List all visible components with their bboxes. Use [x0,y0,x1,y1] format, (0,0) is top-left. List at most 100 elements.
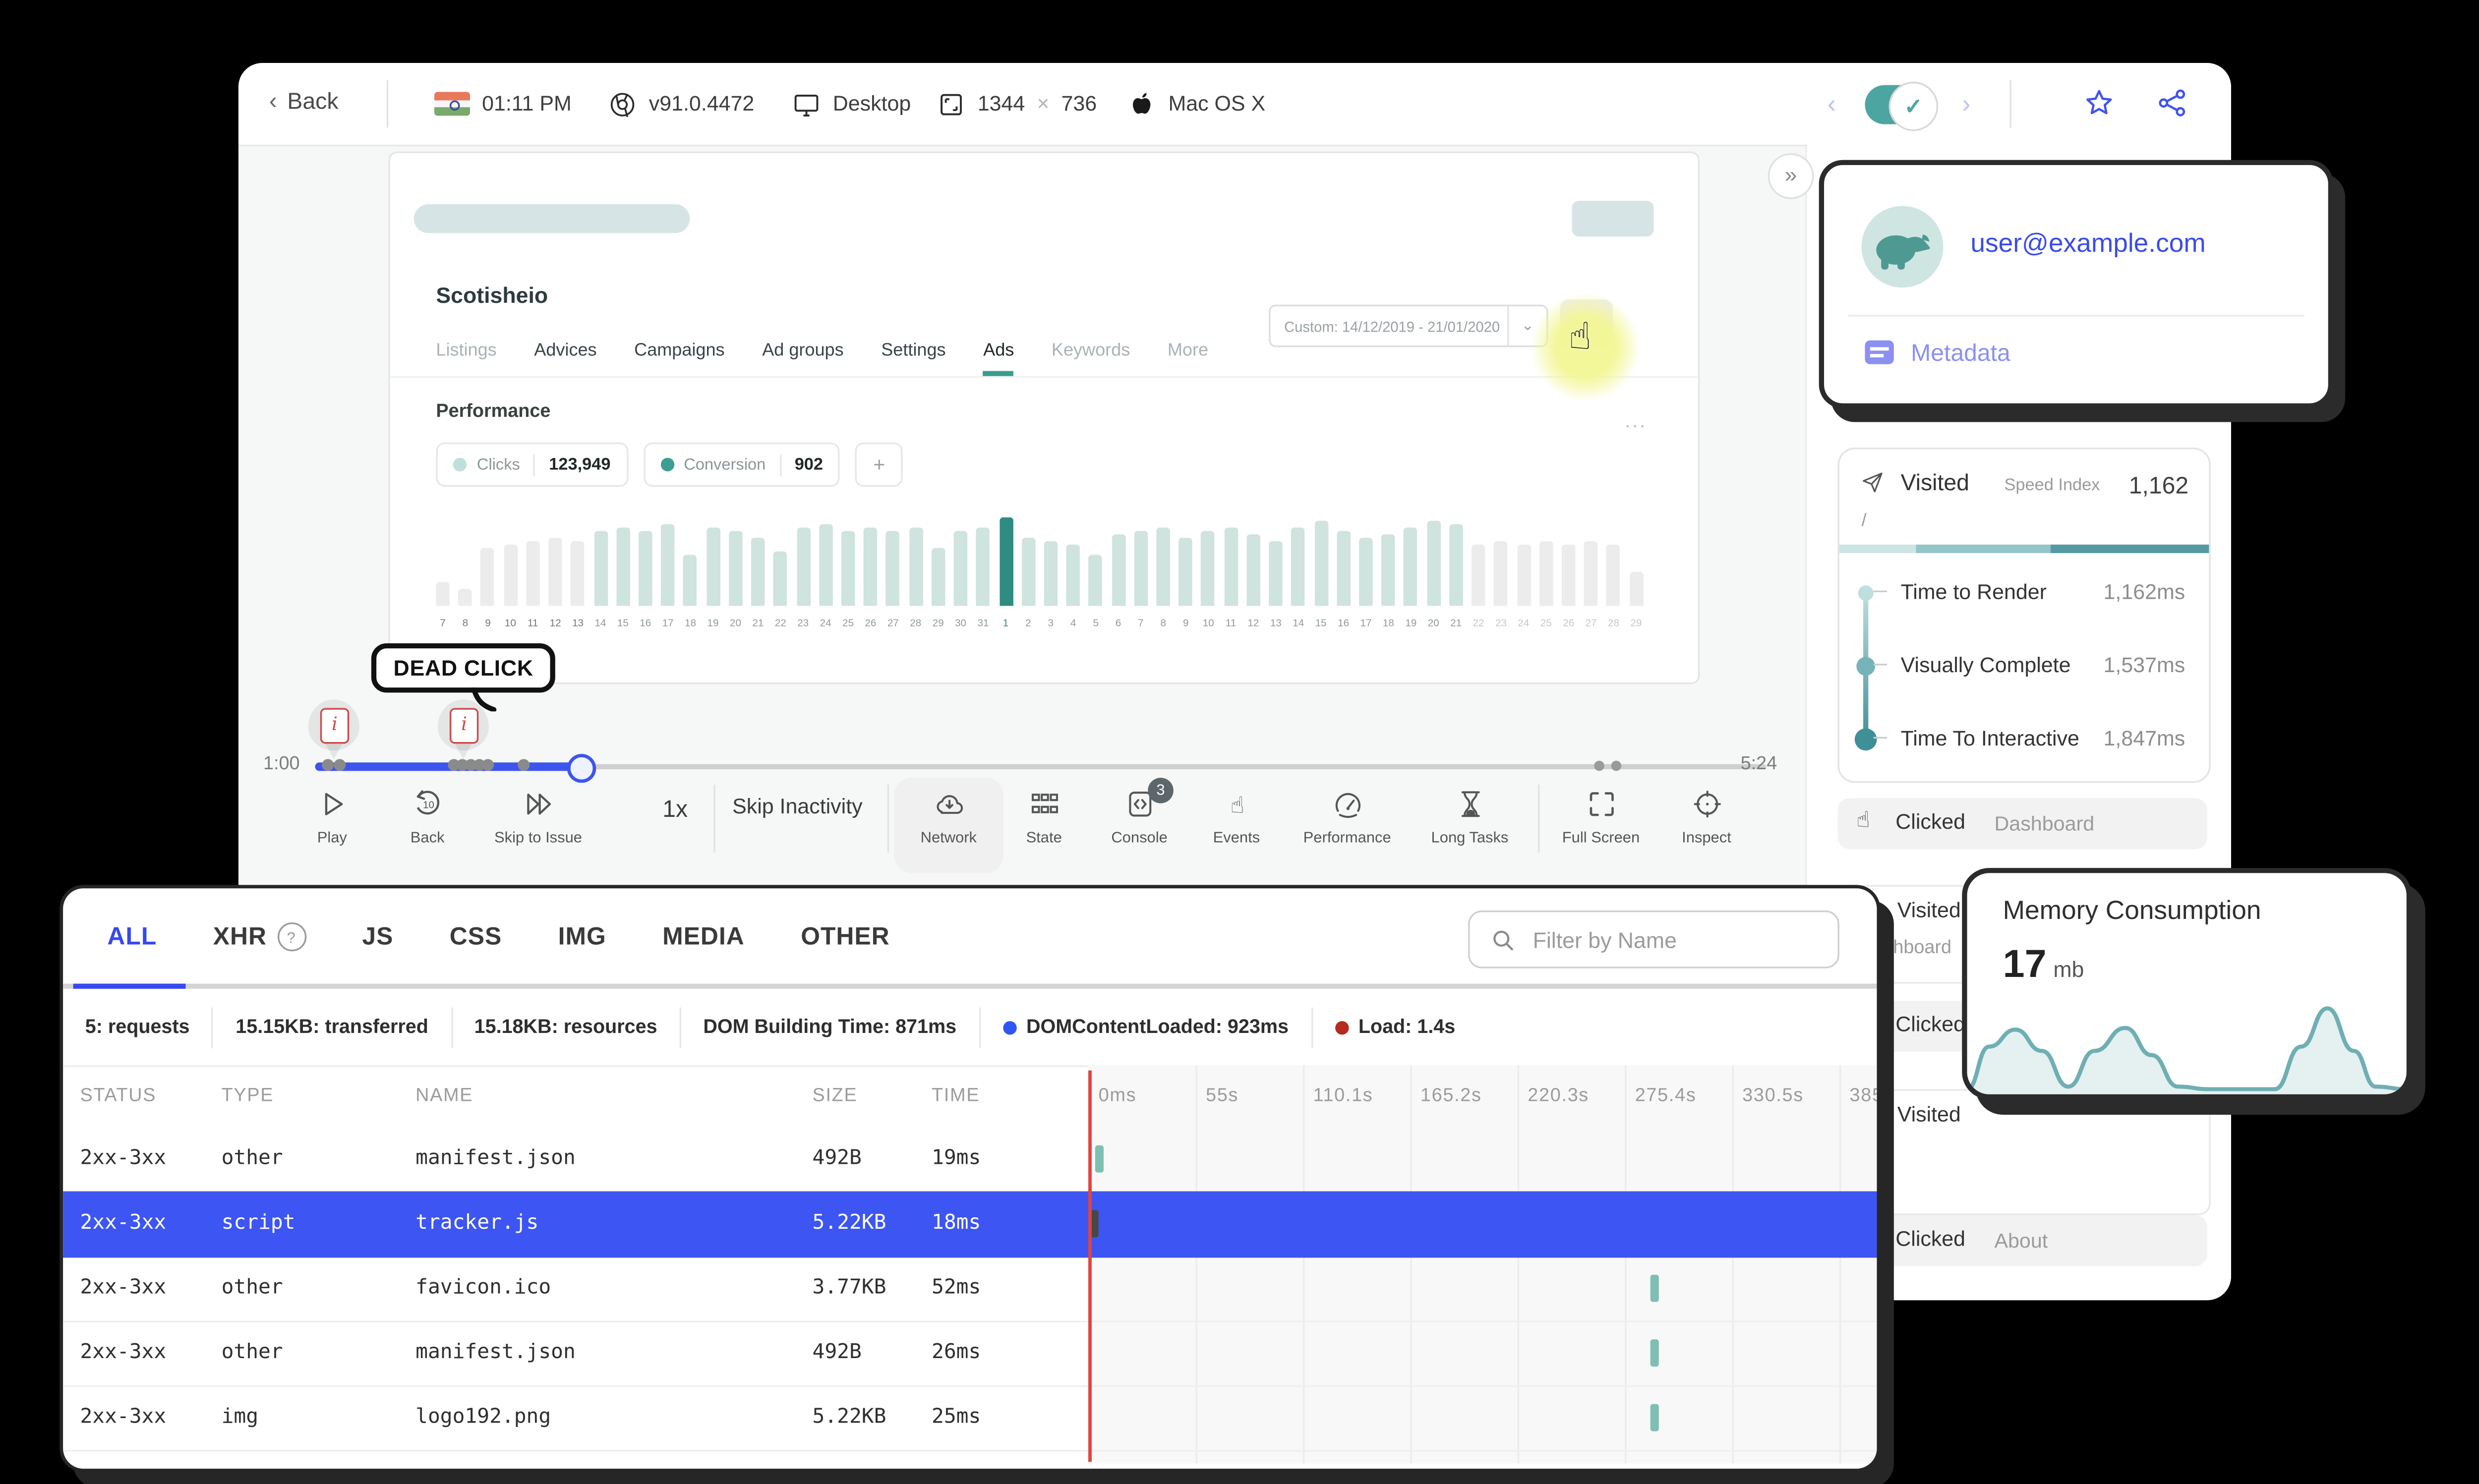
full-screen-button[interactable]: Full Screen [1546,778,1655,873]
page-tab-ad-groups[interactable]: Ad groups [762,341,843,376]
network-tab-all[interactable]: ALL [107,923,157,951]
page-tab-ads[interactable]: Ads [983,341,1014,376]
date-range-select[interactable]: Custom: 14/12/2019 - 21/01/2020 ⌄ [1269,304,1548,347]
session-topbar: ‹ Back 01:11 PM v91.0.4472 Desktop 1344 … [238,63,2231,147]
prev-session-chevron-icon[interactable]: ‹ [1828,90,1836,119]
skip-to-issue-button[interactable]: Skip to Issue [484,778,593,873]
chart-bar [1404,527,1418,606]
chart-x-label: 25 [1540,619,1552,630]
chart-bar [1111,534,1125,606]
network-row[interactable]: 2xx-3xx other manifest.json 492B 19ms [63,1127,1877,1193]
fullscreen-icon [1585,788,1617,820]
network-tab-other[interactable]: OTHER [801,923,889,951]
chart-bar [931,548,945,606]
metric-value: 902 [794,455,824,474]
network-tab-xhr[interactable]: XHR? [213,922,306,952]
control-label: State [1026,829,1062,846]
tabs-underline [63,983,1877,989]
timeline-track[interactable] [315,762,1767,771]
share-icon[interactable] [2156,87,2188,119]
network-row[interactable]: 2xx-3xx img logo192.png 5.22KB 25ms [63,1385,1877,1452]
column-header-name[interactable]: NAME [415,1086,473,1106]
avatar [1861,206,1944,288]
chart-bar [1539,541,1553,606]
chart-x-label: 20 [1427,619,1439,630]
network-row[interactable]: 2xx-3xx other favicon.ico 3.77KB 52ms [63,1256,1877,1322]
console-button[interactable]: Console 3 [1085,778,1194,873]
network-tab-img[interactable]: IMG [558,923,606,951]
filter-input[interactable] [1529,925,1838,954]
page-tab-more[interactable]: More [1168,341,1208,376]
time-column-header: 275.4s [1635,1085,1697,1106]
event-clicked[interactable]: ☝ Clicked Dashboard [1837,798,2207,850]
stat-label: DOM Building Time: 871ms [703,1017,957,1037]
memory-unit: mb [2053,956,2084,982]
metric-label: Clicks [476,455,520,474]
chart-bar [1224,527,1238,606]
timeline-event-dot[interactable] [1594,760,1604,771]
timeline-event-dot[interactable] [1611,760,1622,771]
column-header-status[interactable]: STATUS [80,1086,156,1106]
performance-button[interactable]: Performance [1293,778,1402,873]
collapse-sidebar-button[interactable]: » [1768,153,1814,199]
metadata-button[interactable]: Metadata [1865,339,2010,366]
back-button[interactable]: ‹ Back [269,87,339,114]
network-button[interactable]: Network [894,778,1003,873]
page-tab-advices[interactable]: Advices [534,341,596,376]
events-button[interactable]: ☝ Events [1182,778,1291,873]
star-icon[interactable] [2083,87,2115,119]
chart-bar [616,527,630,606]
network-row[interactable]: 2xx-3xx other manifest.json 492B 26ms [63,1320,1877,1387]
pointer-cursor-icon: ☝ [1568,316,1592,359]
add-metric-button[interactable]: + [855,442,903,487]
event-clicked[interactable]: ☝ClickedAbout [1837,1215,2207,1266]
back-button[interactable]: 10 Back [373,778,482,873]
chart-x-label: 13 [1270,619,1282,630]
autoplay-toggle[interactable]: ✓ [1865,81,1939,131]
column-header-type[interactable]: TYPE [222,1086,274,1106]
skip-inactivity-button[interactable]: Skip Inactivity [732,795,863,818]
cell-status: 2xx-3xx [80,1404,167,1428]
network-row[interactable]: 2xx-3xx script tracker.js 5.22KB 18ms [63,1191,1877,1258]
network-tab-css[interactable]: CSS [450,923,502,951]
state-button[interactable]: State [990,778,1099,873]
device-label: Desktop [832,92,911,116]
dead-click-label: DEAD CLICK [393,655,533,681]
play-button[interactable]: Play [278,778,387,873]
divider [386,80,389,128]
network-tab-media[interactable]: MEDIA [662,923,745,951]
cell-time: 18ms [931,1210,981,1234]
column-header-size[interactable]: SIZE [813,1086,858,1106]
waterfall-bar [1650,1404,1659,1431]
page-title: Scotisheio [436,282,548,308]
page-tab-campaigns[interactable]: Campaigns [634,341,724,376]
page-tab-keywords[interactable]: Keywords [1052,341,1130,376]
next-session-chevron-icon[interactable]: › [1962,90,1970,119]
network-tab-js[interactable]: JS [362,923,393,951]
network-stat: DOMContentLoaded: 923ms [980,1006,1313,1048]
chart-x-label: 19 [707,619,719,630]
metric-chip-clicks[interactable]: Clicks 123,949 [436,442,628,487]
timeline-event-dot[interactable] [518,759,530,771]
speed-button[interactable]: 1x [662,795,688,822]
tab-label: MEDIA [662,923,745,951]
divider [1848,315,2304,317]
cell-type: script [221,1210,295,1234]
event-visited[interactable]: Visited [1837,1089,2211,1215]
chart-x-label: 29 [932,619,944,630]
user-email[interactable]: user@example.com [1970,230,2205,261]
help-icon[interactable]: ? [277,922,306,952]
cell-size: 3.77KB [812,1274,886,1299]
column-header-time[interactable]: TIME [932,1086,980,1106]
timeline-knob[interactable] [567,754,596,783]
metric-value: 1,537ms [2103,653,2185,678]
long-tasks-button[interactable]: Long Tasks [1416,778,1525,873]
divider [779,454,781,476]
hand-icon: ☝ [1220,788,1252,820]
page-tab-listings[interactable]: Listings [436,341,496,376]
metric-chip-conversion[interactable]: Conversion 902 [643,442,840,487]
inspect-button[interactable]: Inspect [1652,778,1761,873]
page-tab-settings[interactable]: Settings [881,341,945,376]
chart-x-label: 1 [1003,619,1009,630]
issue-marker[interactable]: i [308,699,359,764]
